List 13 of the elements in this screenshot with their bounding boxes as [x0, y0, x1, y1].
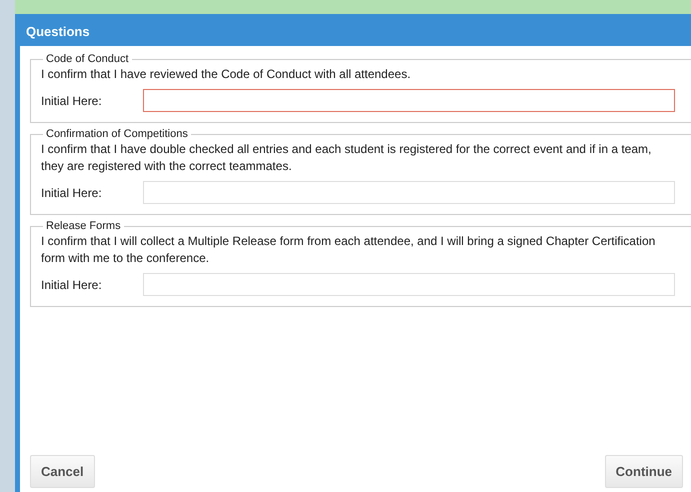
dialog-title: Questions [20, 14, 691, 46]
section-legend: Confirmation of Competitions [43, 127, 191, 141]
section-legend: Release Forms [43, 219, 124, 233]
statement-text: I confirm that I have double checked all entries and each student is registered for the correct event and if in a team, they are registered with the correct teammates. [41, 141, 652, 175]
initial-field[interactable] [143, 89, 675, 112]
continue-button[interactable]: Continue [604, 454, 683, 488]
statement-text: I confirm that I will collect a Multiple Release form from each attendee, and I will bring a signed Chapter Certification form with me to the conference. [41, 233, 656, 267]
field-label: Initial Here: [41, 184, 103, 202]
field-label: Initial Here: [41, 276, 103, 294]
statement-text: I confirm that I have reviewed the Code of Conduct with all attendees. [41, 66, 412, 83]
section-legend: Code of Conduct [43, 52, 132, 66]
cancel-button[interactable]: Cancel [30, 454, 95, 488]
field-label: Initial Here: [41, 92, 103, 110]
